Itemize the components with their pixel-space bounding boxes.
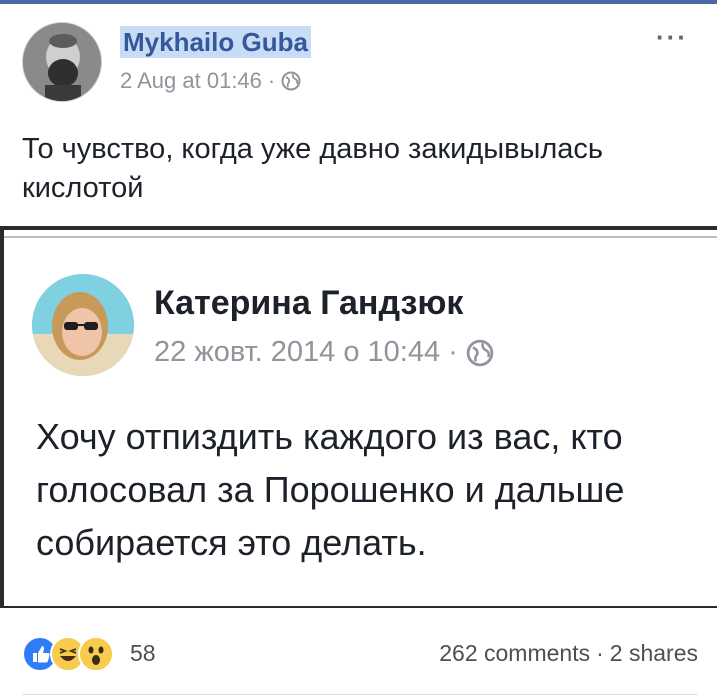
post-meta: 2 Aug at 01:46 · bbox=[120, 68, 301, 94]
reaction-count[interactable]: 58 bbox=[130, 640, 156, 667]
post-footer: 58 262 comments · 2 shares bbox=[22, 634, 698, 674]
meta-separator: · bbox=[267, 68, 276, 93]
avatar-photo-icon bbox=[32, 274, 134, 376]
avatar-photo-icon bbox=[23, 23, 101, 101]
post-header: Mykhailo Guba 2 Aug at 01:46 · ··· bbox=[22, 22, 702, 106]
wow-icon bbox=[78, 636, 114, 672]
reactions-summary[interactable] bbox=[22, 636, 132, 672]
globe-icon bbox=[466, 339, 494, 366]
more-options-button[interactable]: ··· bbox=[656, 22, 688, 53]
shared-author-avatar bbox=[32, 274, 134, 376]
shared-screenshot[interactable]: Катерина Гандзюк 22 жовт. 2014 о 10:44 ·… bbox=[0, 226, 717, 608]
shared-post-text: Хочу отпиздить каждого из вас, кто голос… bbox=[36, 416, 625, 563]
author-name[interactable]: Mykhailo Guba bbox=[120, 26, 311, 58]
shared-divider bbox=[4, 236, 717, 238]
shared-author-name: Катерина Гандзюк bbox=[154, 284, 464, 322]
comments-count-link[interactable]: 262 comments bbox=[439, 640, 590, 667]
globe-icon[interactable] bbox=[281, 71, 301, 91]
shared-date: 22 жовт. 2014 о 10:44 bbox=[154, 336, 441, 368]
post-text: То чувство, когда уже давно закидывылась… bbox=[22, 133, 604, 204]
footer-divider bbox=[22, 694, 698, 695]
shared-meta: 22 жовт. 2014 о 10:44 · bbox=[154, 336, 494, 369]
author-avatar[interactable] bbox=[22, 22, 102, 102]
post-date[interactable]: 2 Aug at 01:46 bbox=[120, 68, 262, 94]
top-divider bbox=[0, 0, 717, 4]
stats-separator: · bbox=[596, 640, 604, 666]
engagement-stats: 262 comments · 2 shares bbox=[439, 640, 698, 667]
shares-count-link[interactable]: 2 shares bbox=[610, 640, 698, 667]
shared-meta-separator: · bbox=[448, 336, 458, 368]
